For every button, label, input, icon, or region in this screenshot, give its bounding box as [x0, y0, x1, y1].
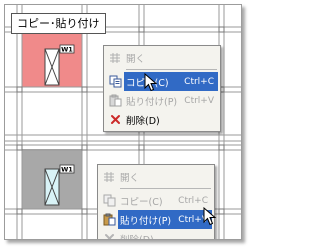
menu-item-label: 削除(D) — [126, 115, 160, 127]
menu-item-paste[interactable]: 貼り付け(P) Ctrl+V — [106, 91, 218, 110]
paste-icon — [100, 210, 118, 229]
grid-icon — [106, 48, 124, 67]
menu-item-label: 貼り付け(P) — [120, 215, 172, 227]
menu-item-open[interactable]: 開く — [106, 48, 218, 67]
mouse-cursor-icon — [144, 73, 158, 92]
delete-icon — [100, 229, 118, 239]
window-bottom-tag: W1 — [59, 164, 75, 174]
copy-icon — [100, 191, 118, 210]
paste-icon — [106, 91, 124, 110]
menu-item-label: 削除(D) — [120, 234, 154, 240]
context-menu-paste: 開く コピー(C) Ctrl+C 貼り付け(P) Ctrl+V 削除(D) — [97, 164, 215, 240]
screenshot-frame: W1 W1 コピー･貼り付け 開く コピー(C) Ctrl+C — [4, 4, 242, 240]
menu-item-delete[interactable]: 削除(D) — [100, 229, 212, 240]
copy-icon — [106, 72, 124, 91]
window-top-tag: W1 — [59, 44, 75, 54]
menu-item-shortcut: Ctrl+V — [184, 95, 214, 106]
menu-separator — [120, 188, 211, 189]
menu-item-label: 貼り付け(P) — [126, 96, 178, 108]
window-bottom[interactable] — [44, 168, 60, 206]
menu-item-shortcut: Ctrl+C — [178, 195, 208, 206]
window-top[interactable] — [44, 48, 60, 86]
grid-icon — [100, 167, 118, 186]
menu-item-label: 開く — [126, 53, 146, 65]
menu-separator — [126, 69, 217, 70]
delete-icon — [106, 110, 124, 129]
menu-item-label: コピー(C) — [120, 196, 163, 208]
context-menu-copy: 開く コピー(C) Ctrl+C 貼り付け(P) Ctrl+V 削除(D) — [103, 45, 221, 132]
title-label: コピー･貼り付け — [11, 13, 106, 34]
menu-item-label: 開く — [120, 172, 140, 184]
menu-item-copy[interactable]: コピー(C) Ctrl+C — [106, 72, 218, 91]
menu-item-paste[interactable]: 貼り付け(P) Ctrl+V — [100, 210, 212, 229]
menu-item-copy[interactable]: コピー(C) Ctrl+C — [100, 191, 212, 210]
window-bottom-label: W1 — [61, 166, 73, 174]
window-top-label: W1 — [61, 46, 73, 54]
menu-item-delete[interactable]: 削除(D) — [106, 110, 218, 129]
mouse-cursor-icon — [203, 207, 217, 226]
menu-item-shortcut: Ctrl+C — [184, 76, 214, 87]
menu-item-open[interactable]: 開く — [100, 167, 212, 186]
